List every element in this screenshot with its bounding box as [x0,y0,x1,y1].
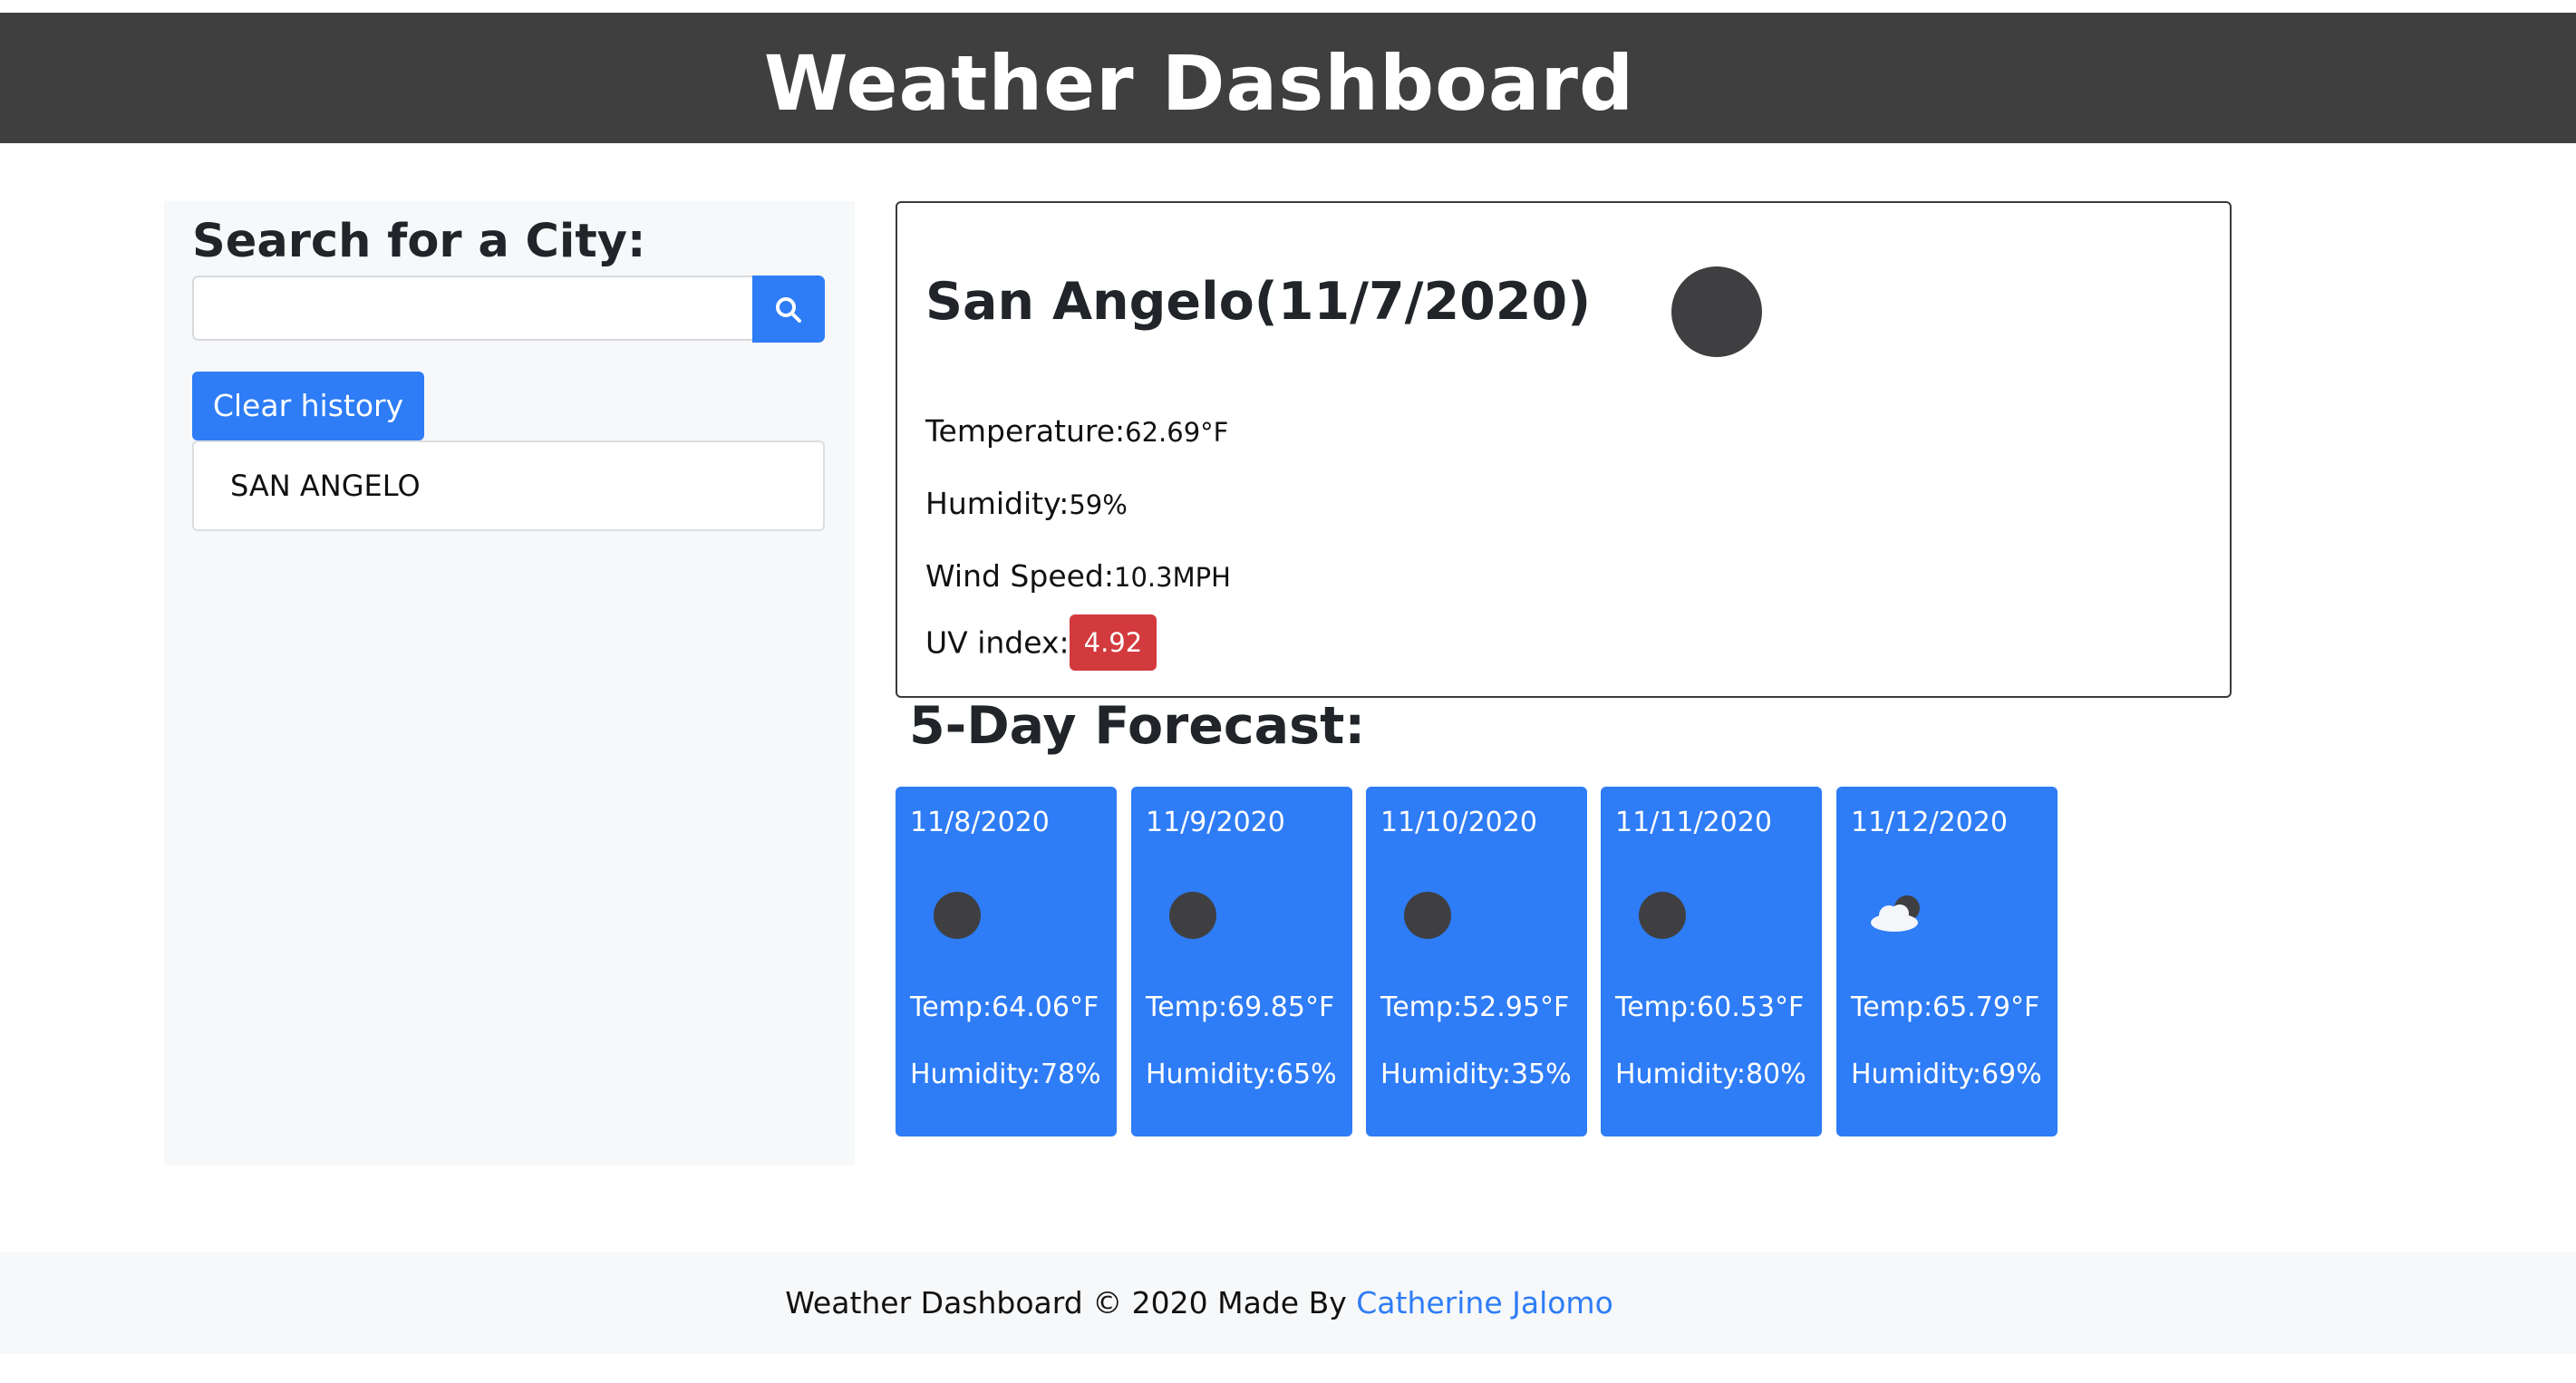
forecast-temp: Temp:52.95°F [1380,991,1570,1023]
forecast-card-day-3: 11/10/2020 Temp:52.95°F Humidity:35% [1366,787,1587,1136]
forecast-date: 11/10/2020 [1380,807,1537,838]
night-clear-icon [1169,892,1216,939]
forecast-humidity: Humidity:69% [1851,1059,2042,1090]
forecast-date: 11/11/2020 [1615,807,1772,838]
uv-index-badge: 4.92 [1069,614,1157,671]
city-search-input[interactable] [192,276,752,341]
wind-speed-value: 10.3MPH [1114,562,1231,593]
night-clear-icon [934,892,981,939]
history-item-san-angelo[interactable]: SAN ANGELO [230,468,421,504]
forecast-title: 5-Day Forecast: [909,696,1366,756]
search-history-list: SAN ANGELO [192,440,825,531]
humidity-value: 59% [1069,489,1128,520]
page-footer: Weather Dashboard © 2020 Made By Catheri… [0,1252,2576,1354]
temperature-row: Temperature:62.69°F [925,411,1228,452]
forecast-temp: Temp:65.79°F [1851,991,2040,1023]
clear-history-button[interactable]: Clear history [192,372,424,440]
page-header: Weather Dashboard [0,13,2576,143]
footer-copyright: Weather Dashboard © 2020 Made By [785,1285,1357,1320]
forecast-humidity: Humidity:80% [1615,1059,1806,1090]
current-weather-card: San Angelo(11/7/2020) Temperature:62.69°… [896,201,2232,698]
search-sidebar: Search for a City: Clear history SAN ANG… [164,201,855,1165]
forecast-date: 11/12/2020 [1851,807,2008,838]
forecast-date: 11/9/2020 [1146,807,1285,838]
top-strip [0,0,2576,13]
humidity-label: Humidity: [925,486,1070,521]
night-clear-icon [1404,892,1451,939]
wind-speed-row: Wind Speed:10.3MPH [925,556,1231,597]
search-title: Search for a City: [192,215,646,268]
temperature-value: 62.69°F [1125,417,1229,448]
humidity-row: Humidity:59% [925,484,1128,525]
forecast-temp: Temp:69.85°F [1146,991,1335,1023]
page-title: Weather Dashboard [763,39,1635,128]
forecast-date: 11/8/2020 [910,807,1050,838]
wind-speed-label: Wind Speed: [925,558,1114,594]
search-icon [776,297,801,323]
night-partly-cloudy-icon [1871,892,1922,939]
forecast-card-day-4: 11/11/2020 Temp:60.53°F Humidity:80% [1601,787,1822,1136]
forecast-temp: Temp:64.06°F [910,991,1099,1023]
footer-text: Weather Dashboard © 2020 Made By Catheri… [0,1283,2398,1323]
author-link[interactable]: Catherine Jalomo [1356,1285,1613,1320]
uv-index-row: UV index: 4.92 [925,614,1157,672]
temperature-label: Temperature: [925,413,1126,449]
forecast-temp: Temp:60.53°F [1615,991,1805,1023]
night-clear-icon [1639,892,1686,939]
search-button[interactable] [752,276,825,343]
forecast-humidity: Humidity:78% [910,1059,1101,1090]
forecast-humidity: Humidity:35% [1380,1059,1572,1090]
forecast-card-day-2: 11/9/2020 Temp:69.85°F Humidity:65% [1131,787,1352,1136]
uv-index-label: UV index: [925,624,1070,661]
forecast-card-day-5: 11/12/2020 Temp:65.79°F Humidity:69% [1836,787,2058,1136]
night-clear-icon [1671,266,1762,357]
forecast-card-day-1: 11/8/2020 Temp:64.06°F Humidity:78% [896,787,1117,1136]
forecast-humidity: Humidity:65% [1146,1059,1337,1090]
city-date-title: San Angelo(11/7/2020) [925,272,1592,332]
